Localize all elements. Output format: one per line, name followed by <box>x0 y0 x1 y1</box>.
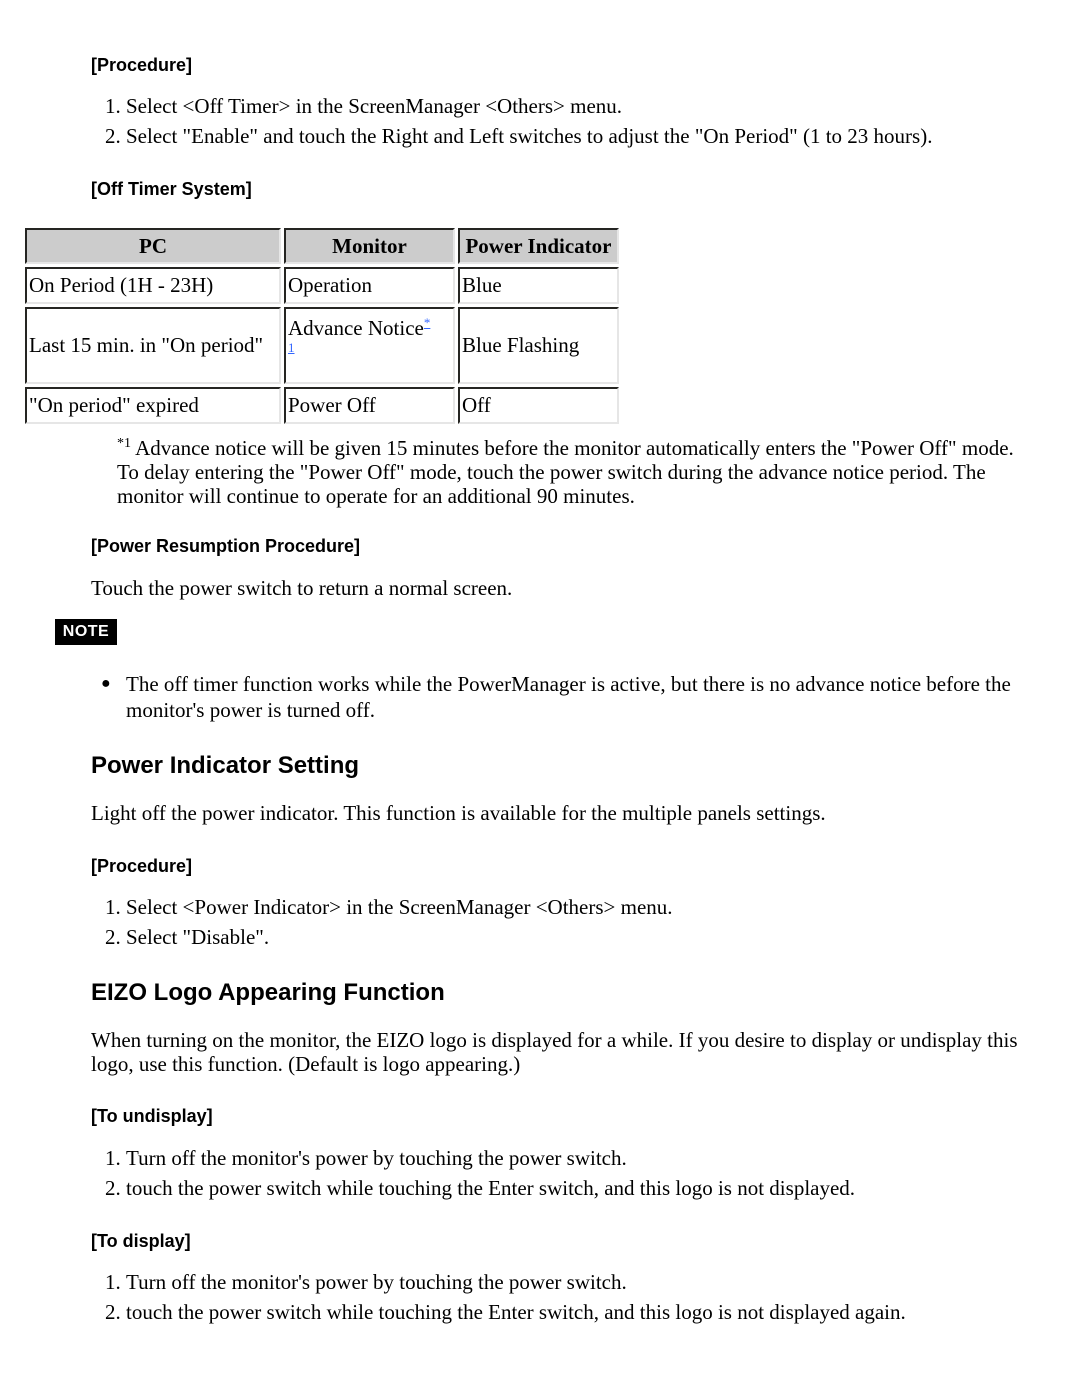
step-item: Select <Off Timer> in the ScreenManager … <box>126 91 932 121</box>
step-item: Select <Power Indicator> in the ScreenMa… <box>126 892 673 922</box>
off-timer-system-heading: [Off Timer System] <box>91 179 252 199</box>
table-row: "On period" expired Power Off Off <box>25 387 619 424</box>
step-item: Select "Enable" and touch the Right and … <box>126 121 932 151</box>
footnote: *1 Advance notice will be given 15 minut… <box>117 432 1037 508</box>
display-steps: Turn off the monitor's power by touching… <box>91 1267 906 1327</box>
table-cell: Operation <box>284 267 455 304</box>
to-undisplay-heading: [To undisplay] <box>91 1106 213 1126</box>
footnote-link-number[interactable]: 1 <box>288 341 451 355</box>
power-resumption-text: Touch the power switch to return a norma… <box>91 576 513 600</box>
power-resumption-heading: [Power Resumption Procedure] <box>91 536 361 556</box>
step-item: Select "Disable". <box>126 922 673 952</box>
table-cell: Blue <box>458 267 619 304</box>
undisplay-steps: Turn off the monitor's power by touching… <box>91 1143 855 1203</box>
table-row: Last 15 min. in "On period" Advance Noti… <box>25 307 619 384</box>
step-item: Turn off the monitor's power by touching… <box>126 1143 855 1173</box>
table-cell-advance-notice: Advance Notice* 1 <box>284 307 455 384</box>
power-indicator-setting-title: Power Indicator Setting <box>91 752 360 779</box>
table-header-power-indicator: Power Indicator <box>458 228 619 264</box>
footnote-link[interactable]: * <box>424 315 431 330</box>
table-cell-text: Advance Notice <box>288 316 424 340</box>
note-item: ● The off timer function works while the… <box>101 671 1056 723</box>
table-cell: Blue Flashing <box>458 307 619 384</box>
to-display-heading: [To display] <box>91 1231 191 1251</box>
procedure-heading: [Procedure] <box>91 55 193 75</box>
table-cell: "On period" expired <box>25 387 281 424</box>
procedure-heading-2: [Procedure] <box>91 856 193 876</box>
power-indicator-steps: Select <Power Indicator> in the ScreenMa… <box>91 892 673 952</box>
note-text: The off timer function works while the P… <box>126 672 1011 722</box>
table-cell: Power Off <box>284 387 455 424</box>
step-item: touch the power switch while touching th… <box>126 1173 855 1203</box>
off-timer-table: PC Monitor Power Indicator On Period (1H… <box>22 225 622 427</box>
table-header-monitor: Monitor <box>284 228 455 264</box>
bullet-icon: ● <box>101 675 111 692</box>
off-timer-steps: Select <Off Timer> in the ScreenManager … <box>91 91 932 151</box>
step-item: Turn off the monitor's power by touching… <box>126 1267 906 1297</box>
footnote-text: Advance notice will be given 15 minutes … <box>117 436 1014 508</box>
power-indicator-description: Light off the power indicator. This func… <box>91 801 826 825</box>
table-cell: On Period (1H - 23H) <box>25 267 281 304</box>
notes-list: ● The off timer function works while the… <box>91 671 1056 723</box>
step-item: touch the power switch while touching th… <box>126 1297 906 1327</box>
table-header-pc: PC <box>25 228 281 264</box>
footnote-marker: *1 <box>117 436 131 451</box>
eizo-logo-description: When turning on the monitor, the EIZO lo… <box>91 1028 1018 1076</box>
table-row: On Period (1H - 23H) Operation Blue <box>25 267 619 304</box>
table-header-row: PC Monitor Power Indicator <box>25 228 619 264</box>
table-cell: Last 15 min. in "On period" <box>25 307 281 384</box>
note-icon: NOTE <box>55 619 117 645</box>
eizo-logo-function-title: EIZO Logo Appearing Function <box>91 979 445 1006</box>
table-cell: Off <box>458 387 619 424</box>
